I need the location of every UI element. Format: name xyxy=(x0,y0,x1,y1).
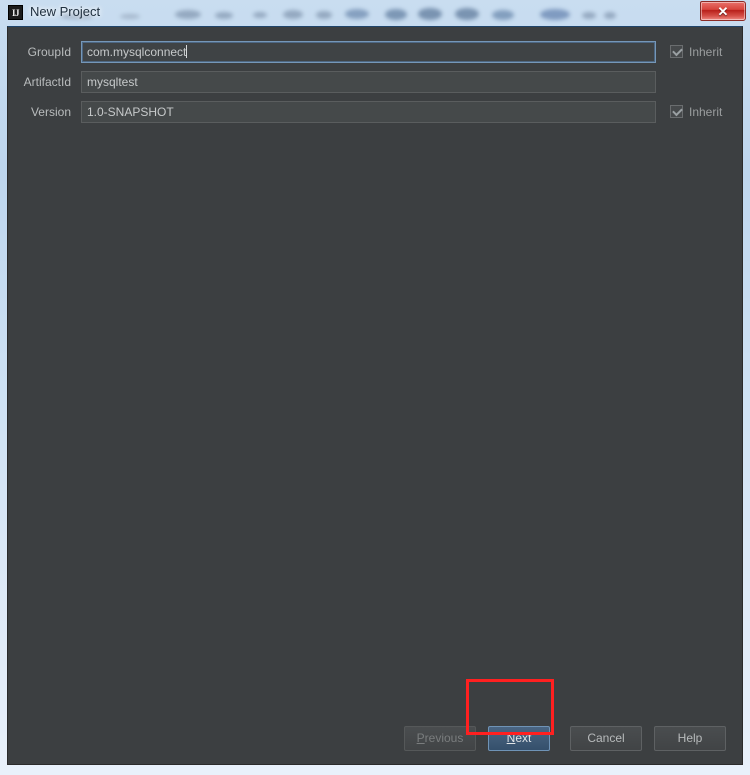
groupid-inherit-label: Inherit xyxy=(689,45,723,59)
text-caret xyxy=(186,45,188,58)
groupid-label: GroupId xyxy=(27,45,71,59)
version-inherit-label: Inherit xyxy=(689,105,723,119)
groupid-inherit-checkbox[interactable]: Inherit xyxy=(670,43,722,61)
previous-mnemonic: P xyxy=(416,731,425,745)
form-row-groupid: GroupId com.mysqlconnect Inherit xyxy=(8,41,744,63)
artifactid-value: mysqltest xyxy=(87,75,138,89)
version-label: Version xyxy=(30,105,71,119)
close-icon[interactable]: ✕ xyxy=(700,1,746,21)
form-row-version: Version 1.0-SNAPSHOT Inherit xyxy=(8,101,744,123)
dialog-footer: Previous Next Cancel Help xyxy=(8,712,744,764)
cancel-button[interactable]: Cancel xyxy=(570,726,642,751)
version-inherit-checkbox[interactable]: Inherit xyxy=(670,103,722,121)
checkbox-icon xyxy=(670,105,683,118)
previous-button[interactable]: Previous xyxy=(404,726,476,751)
title-bar[interactable]: IJ New Project ✕ xyxy=(0,0,750,26)
groupid-input[interactable]: com.mysqlconnect xyxy=(81,41,656,63)
next-button-label: ext xyxy=(515,731,532,745)
next-button[interactable]: Next xyxy=(488,726,550,751)
close-glyph: ✕ xyxy=(717,4,729,19)
form-row-artifactid: ArtifactId mysqltest xyxy=(8,71,744,93)
dialog-window: IJ New Project ✕ GroupId com.mysqlconnec… xyxy=(0,0,750,775)
version-input[interactable]: 1.0-SNAPSHOT xyxy=(81,101,656,123)
dialog-content: GroupId com.mysqlconnect Inherit Artifac… xyxy=(7,26,743,765)
previous-button-label: revious xyxy=(424,731,464,745)
checkbox-icon xyxy=(670,45,683,58)
version-value: 1.0-SNAPSHOT xyxy=(87,105,174,119)
artifactid-input[interactable]: mysqltest xyxy=(81,71,656,93)
artifactid-label: ArtifactId xyxy=(23,75,71,89)
help-button[interactable]: Help xyxy=(654,726,726,751)
window-title: New Project xyxy=(30,4,101,19)
app-icon: IJ xyxy=(8,5,23,20)
groupid-value: com.mysqlconnect xyxy=(87,45,187,59)
